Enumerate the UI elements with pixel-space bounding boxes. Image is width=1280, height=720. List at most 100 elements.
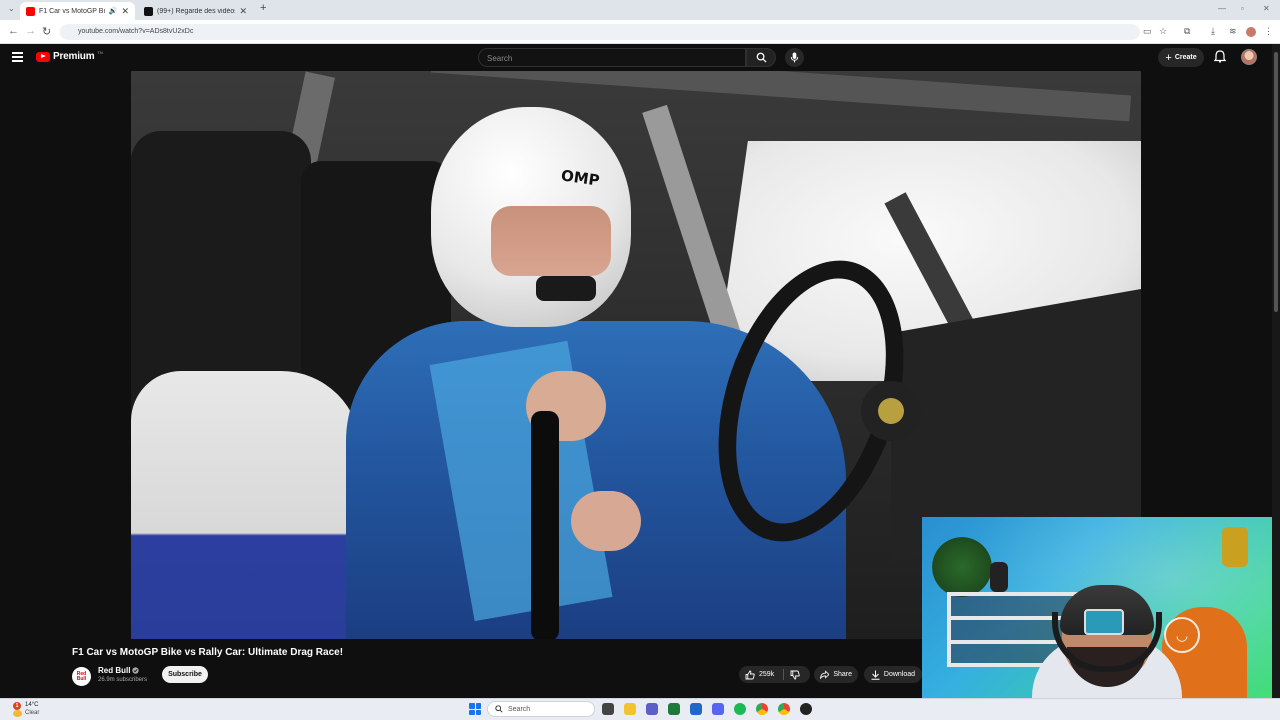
url-text: youtube.com/watch?v=ADs8tvU2xDc — [78, 28, 194, 35]
thumbs-up-icon — [745, 670, 755, 679]
video-metadata: F1 Car vs MotoGP Bike vs Rally Car: Ulti… — [0, 639, 922, 698]
search-icon — [495, 705, 503, 713]
taskbar-search[interactable]: Search — [487, 701, 595, 717]
translate-icon[interactable]: ≋ — [1229, 26, 1237, 37]
share-arrow-icon — [820, 670, 830, 679]
create-button[interactable]: + Create — [1158, 48, 1204, 67]
download-button[interactable]: Download — [864, 666, 922, 683]
reload-icon[interactable]: ↻ — [42, 25, 51, 38]
like-separator — [783, 669, 784, 680]
search-placeholder: Search — [487, 54, 513, 63]
share-label: Share — [833, 671, 852, 678]
notification-badge: 1 — [13, 702, 21, 710]
chrome-profile-icon[interactable] — [778, 703, 790, 715]
microphone-icon — [790, 52, 799, 63]
download-label: Download — [883, 671, 916, 678]
cast-icon[interactable]: ▭ — [1143, 26, 1152, 37]
discord-icon[interactable] — [712, 703, 724, 715]
minimize-icon[interactable]: — — [1218, 4, 1226, 13]
scrollbar-thumb[interactable] — [1274, 52, 1278, 312]
youtube-premium-logo[interactable]: Premium TN — [36, 50, 103, 62]
red-bull-logo: Red Bull — [76, 670, 87, 682]
tab-youtube-video[interactable]: F1 Car vs MotoGP Bike vs R 🔊 ✕ — [20, 2, 135, 20]
youtube-header: Premium TN Search + Create — [0, 44, 1280, 71]
file-explorer-icon[interactable] — [624, 703, 636, 715]
tab-label: F1 Car vs MotoGP Bike vs R — [39, 7, 105, 15]
search-button[interactable] — [746, 48, 776, 67]
cam-plant — [932, 537, 992, 597]
verified-check-icon — [132, 667, 140, 674]
menu-icon[interactable] — [12, 52, 23, 64]
window-close-icon[interactable]: ✕ — [1263, 4, 1270, 13]
voice-search-button[interactable] — [785, 48, 804, 67]
channel-name-text: Red Bull — [98, 666, 131, 675]
cam-golden-statue — [1222, 527, 1248, 567]
smiley-neon-icon: ◡ — [1164, 617, 1200, 653]
task-view-icon[interactable] — [602, 703, 614, 715]
app-icon[interactable] — [800, 703, 812, 715]
close-tab-icon[interactable]: ✕ — [239, 6, 247, 17]
youtube-favicon-icon — [26, 6, 35, 16]
helmet-chin — [536, 276, 596, 301]
channel-name[interactable]: Red Bull — [98, 666, 140, 675]
bookmark-star-icon[interactable]: ☆ — [1159, 26, 1167, 37]
search-icon — [756, 52, 767, 63]
download-icon — [871, 670, 880, 680]
taskbar-search-label: Search — [508, 705, 531, 713]
notifications-bell-icon[interactable] — [1214, 50, 1226, 63]
browser-tab-strip: F1 Car vs MotoGP Bike vs R 🔊 ✕ (99+) Reg… — [0, 0, 1280, 20]
like-dislike-group: 259k — [739, 666, 810, 683]
create-label: Create — [1174, 54, 1197, 61]
subscribe-button[interactable]: Subscribe — [162, 666, 208, 683]
forward-icon[interactable]: → — [25, 25, 36, 37]
page-scrollbar[interactable] — [1272, 44, 1280, 698]
webcam-overlay: ◡ — [922, 517, 1280, 720]
steering-hub — [861, 381, 921, 441]
logo-text: Premium — [53, 51, 95, 62]
speaker-icon[interactable]: 🔊 — [109, 7, 118, 15]
teams-icon[interactable] — [646, 703, 658, 715]
like-button[interactable]: 259k — [745, 668, 774, 681]
driver-face — [491, 206, 611, 276]
driver-glove — [571, 491, 641, 551]
video-title: F1 Car vs MotoGP Bike vs Rally Car: Ulti… — [72, 647, 344, 658]
tab-label: (99+) Regarde des vidéos tend — [157, 7, 235, 15]
cam-figurine — [990, 562, 1008, 592]
like-count: 259k — [759, 671, 775, 678]
photos-icon[interactable] — [690, 703, 702, 715]
chrome-icon[interactable] — [756, 703, 768, 715]
windows-taskbar: 1 14°C Clear Search — [0, 698, 1280, 720]
subscribe-label: Subscribe — [168, 671, 202, 678]
channel-avatar[interactable]: Red Bull — [72, 667, 91, 686]
youtube-play-icon — [36, 51, 50, 62]
close-tab-icon[interactable]: ✕ — [121, 6, 129, 17]
downloads-icon[interactable]: ⤓ — [1211, 26, 1215, 37]
browser-menu-icon[interactable]: ⋮ — [1264, 26, 1273, 37]
weather-condition: Clear — [25, 710, 40, 716]
extensions-icon[interactable]: ⧉ — [1184, 26, 1190, 37]
tab-search-icon[interactable]: ⌄ — [8, 4, 15, 13]
windows-start-icon[interactable] — [469, 703, 481, 715]
address-bar[interactable]: youtube.com/watch?v=ADs8tvU2xDc — [60, 24, 1140, 40]
temperature: 14°C — [25, 702, 39, 708]
dislike-button[interactable] — [790, 668, 800, 681]
profile-avatar-icon[interactable] — [1246, 27, 1256, 37]
share-button[interactable]: Share — [814, 666, 858, 683]
tiktok-favicon-icon — [144, 6, 153, 16]
subscriber-count: 26.9m subscribers — [98, 677, 148, 683]
gear-shifter — [531, 411, 559, 639]
thumbs-down-icon — [790, 670, 800, 679]
weather-widget[interactable]: 1 14°C Clear — [10, 701, 50, 719]
account-avatar[interactable] — [1241, 49, 1257, 65]
search-input[interactable]: Search — [478, 48, 746, 67]
country-code: TN — [97, 50, 103, 55]
back-icon[interactable]: ← — [8, 25, 19, 37]
store-icon[interactable] — [668, 703, 680, 715]
maximize-icon[interactable]: ▫ — [1241, 4, 1244, 13]
weather-sun-icon — [13, 710, 22, 717]
new-tab-icon[interactable]: + — [260, 2, 266, 14]
copilot-suit — [131, 371, 361, 639]
browser-toolbar: ← → ↻ youtube.com/watch?v=ADs8tvU2xDc ▭ … — [0, 20, 1280, 44]
spotify-icon[interactable] — [734, 703, 746, 715]
tab-tiktok[interactable]: (99+) Regarde des vidéos tend ✕ — [138, 2, 253, 20]
